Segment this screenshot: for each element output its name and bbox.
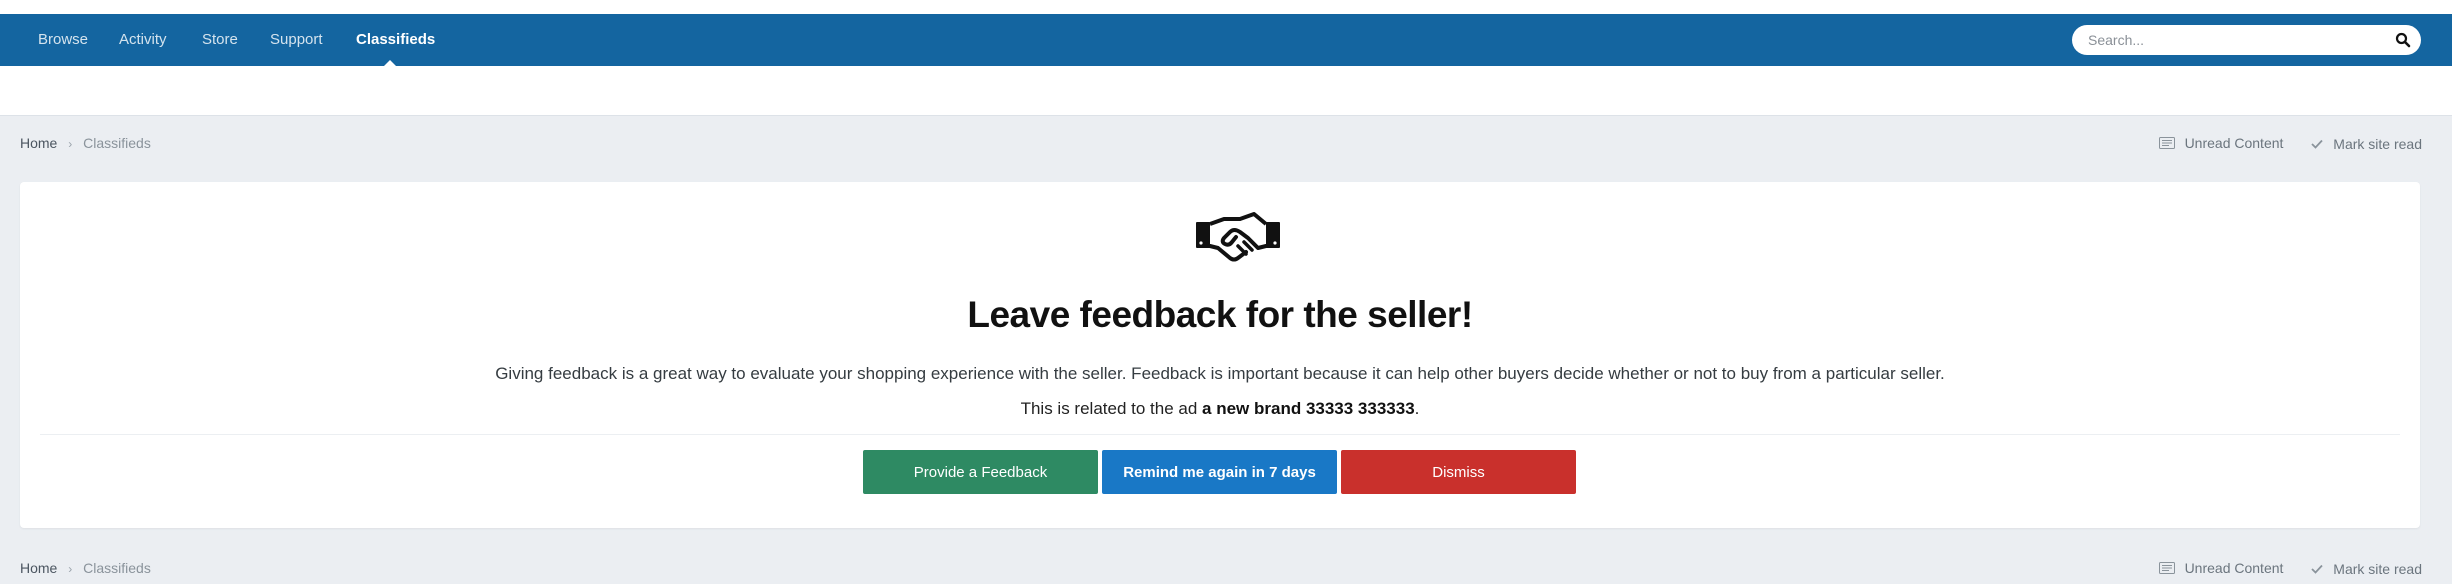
secondary-bar	[0, 66, 2452, 116]
checkmark-icon	[2311, 564, 2323, 574]
remind-later-button[interactable]: Remind me again in 7 days	[1102, 450, 1337, 494]
feedback-card: Leave feedback for the seller! Giving fe…	[20, 182, 2420, 528]
related-suffix: .	[1414, 399, 1420, 418]
dismiss-button[interactable]: Dismiss	[1341, 450, 1576, 494]
related-prefix: This is related to the ad	[1020, 399, 1203, 418]
chevron-right-icon: ›	[68, 137, 73, 151]
mark-site-read-link[interactable]: Mark site read	[2311, 559, 2422, 579]
nav-item-store[interactable]: Store	[202, 14, 238, 66]
breadcrumb-current: Classifieds	[83, 560, 151, 576]
unread-content-label: Unread Content	[2184, 560, 2284, 576]
checkmark-icon	[2311, 139, 2323, 149]
nav-item-activity[interactable]: Activity	[119, 14, 167, 66]
top-strip	[0, 0, 2452, 14]
card-divider	[40, 434, 2400, 435]
chevron-right-icon: ›	[68, 562, 73, 576]
mark-site-read-label: Mark site read	[2333, 136, 2422, 152]
nav-item-support[interactable]: Support	[270, 14, 323, 66]
nav-item-classifieds[interactable]: Classifieds	[356, 14, 435, 66]
unread-content-link[interactable]: Unread Content	[2158, 558, 2284, 578]
search-input[interactable]	[2072, 25, 2372, 55]
newspaper-icon	[2158, 562, 2175, 574]
unread-content-label: Unread Content	[2184, 135, 2284, 151]
breadcrumb-current: Classifieds	[83, 135, 151, 151]
page-actions: Unread Content Mark site read	[2135, 133, 2422, 153]
search-icon	[2395, 32, 2411, 48]
mark-site-read-label: Mark site read	[2333, 561, 2422, 577]
feedback-title: Leave feedback for the seller!	[967, 294, 1473, 335]
newspaper-icon	[2158, 137, 2175, 149]
provide-feedback-button[interactable]: Provide a Feedback	[863, 450, 1098, 494]
nav-item-browse[interactable]: Browse	[38, 14, 88, 66]
breadcrumb-home[interactable]: Home	[20, 135, 57, 151]
breadcrumb: Home › Classifieds	[20, 133, 151, 153]
feedback-description: Giving feedback is a great way to evalua…	[495, 364, 1945, 383]
page-actions-bottom: Unread Content Mark site read	[2135, 558, 2422, 578]
ad-name: a new brand 33333 333333	[1202, 399, 1415, 418]
breadcrumb-bottom: Home › Classifieds	[20, 558, 151, 578]
mark-site-read-link[interactable]: Mark site read	[2311, 134, 2422, 154]
breadcrumb-home[interactable]: Home	[20, 560, 57, 576]
search-button[interactable]	[2395, 32, 2411, 48]
search-box	[2072, 25, 2421, 55]
handshake-icon	[1196, 212, 1280, 262]
feedback-related-ad: This is related to the ad a new brand 33…	[20, 399, 2420, 419]
unread-content-link[interactable]: Unread Content	[2158, 133, 2284, 153]
